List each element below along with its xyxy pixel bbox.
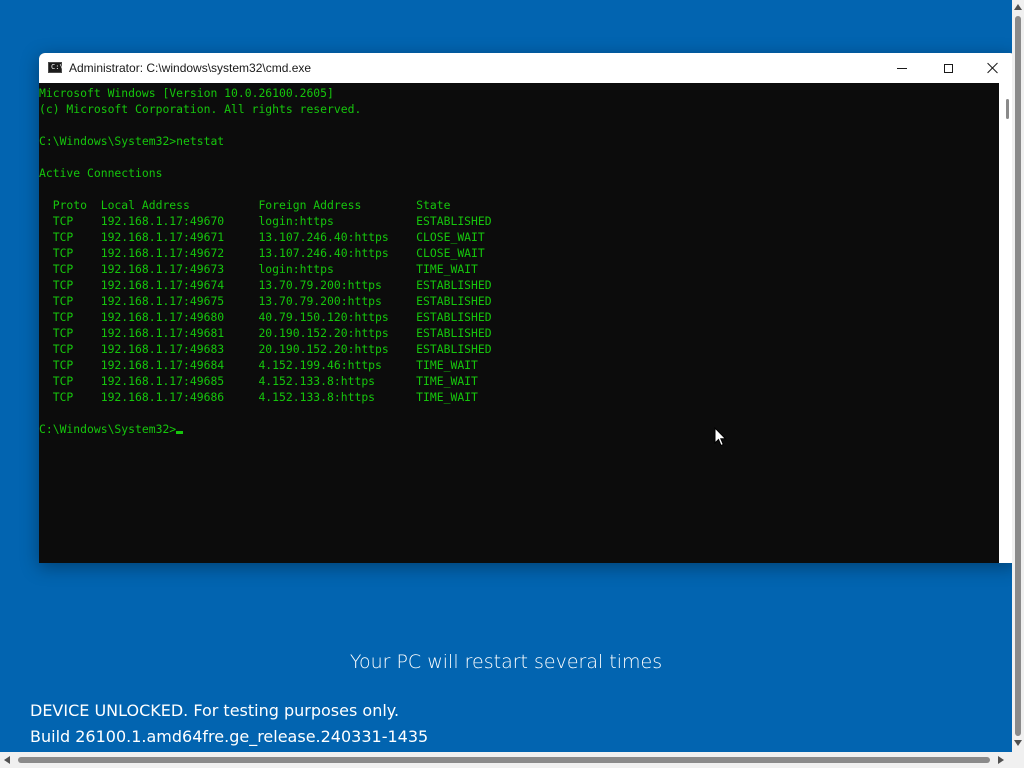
console-line: TCP 192.168.1.17:49681 20.190.152.20:htt… — [39, 326, 492, 340]
console-line: TCP 192.168.1.17:49685 4.152.133.8:https… — [39, 374, 478, 388]
console-line: TCP 192.168.1.17:49680 40.79.150.120:htt… — [39, 310, 492, 324]
page-vertical-scroll-thumb[interactable] — [1015, 16, 1021, 736]
maximize-icon — [943, 63, 953, 73]
console-line: TCP 192.168.1.17:49674 13.70.79.200:http… — [39, 278, 492, 292]
console-line: TCP 192.168.1.17:49686 4.152.133.8:https… — [39, 390, 478, 404]
page-horizontal-scrollbar[interactable] — [0, 752, 1012, 768]
command-prompt: C:\Windows\System32> — [39, 422, 177, 436]
scroll-down-arrow-icon[interactable] — [1014, 740, 1022, 746]
console-line: TCP 192.168.1.17:49683 20.190.152.20:htt… — [39, 342, 492, 356]
close-button[interactable] — [970, 53, 1016, 83]
minimize-button[interactable] — [879, 53, 925, 83]
console-line: TCP 192.168.1.17:49670 login:https ESTAB… — [39, 214, 492, 228]
title-bar[interactable]: C:\ Administrator: C:\windows\system32\c… — [39, 53, 1016, 84]
cmd-window[interactable]: C:\ Administrator: C:\windows\system32\c… — [39, 53, 1016, 563]
restart-message: Your PC will restart several times — [349, 651, 663, 673]
console-line: Active Connections — [39, 166, 163, 180]
maximize-button[interactable] — [925, 53, 971, 83]
scroll-left-arrow-icon[interactable] — [4, 756, 10, 764]
desktop-screen: C:\ Administrator: C:\windows\system32\c… — [0, 0, 1024, 768]
console-line: TCP 192.168.1.17:49673 login:https TIME_… — [39, 262, 478, 276]
text-cursor — [176, 431, 184, 434]
console-line: TCP 192.168.1.17:49672 13.107.246.40:htt… — [39, 246, 485, 260]
page-horizontal-scroll-thumb[interactable] — [18, 757, 990, 763]
console-line: Proto Local Address Foreign Address Stat… — [39, 198, 451, 212]
console-line: C:\Windows\System32>netstat — [39, 134, 225, 148]
cmd-icon: C:\ — [48, 62, 64, 73]
console-lines: Microsoft Windows [Version 10.0.26100.26… — [39, 85, 999, 421]
window-title: Administrator: C:\windows\system32\cmd.e… — [69, 61, 312, 75]
prompt-line[interactable]: C:\Windows\System32> — [39, 421, 999, 437]
scrollbar-corner — [1012, 752, 1024, 768]
mouse-pointer-icon — [714, 427, 727, 447]
close-icon — [987, 62, 999, 74]
console-line: TCP 192.168.1.17:49684 4.152.199.46:http… — [39, 358, 478, 372]
console-line: TCP 192.168.1.17:49675 13.70.79.200:http… — [39, 294, 492, 308]
cmd-icon-text: C:\ — [51, 63, 64, 71]
console-line: TCP 192.168.1.17:49671 13.107.246.40:htt… — [39, 230, 485, 244]
minimize-icon — [897, 67, 907, 69]
scroll-up-arrow-icon[interactable] — [1014, 4, 1022, 10]
console-output[interactable]: Microsoft Windows [Version 10.0.26100.26… — [39, 83, 999, 563]
scroll-right-arrow-icon[interactable] — [998, 756, 1004, 764]
console-line: (c) Microsoft Corporation. All rights re… — [39, 102, 362, 116]
device-unlocked-notice: DEVICE UNLOCKED. For testing purposes on… — [30, 701, 400, 720]
console-scroll-thumb[interactable] — [1006, 99, 1009, 119]
page-vertical-scrollbar[interactable] — [1012, 0, 1024, 752]
console-line: Microsoft Windows [Version 10.0.26100.26… — [39, 86, 334, 100]
build-info: Build 26100.1.amd64fre.ge_release.240331… — [30, 727, 429, 746]
